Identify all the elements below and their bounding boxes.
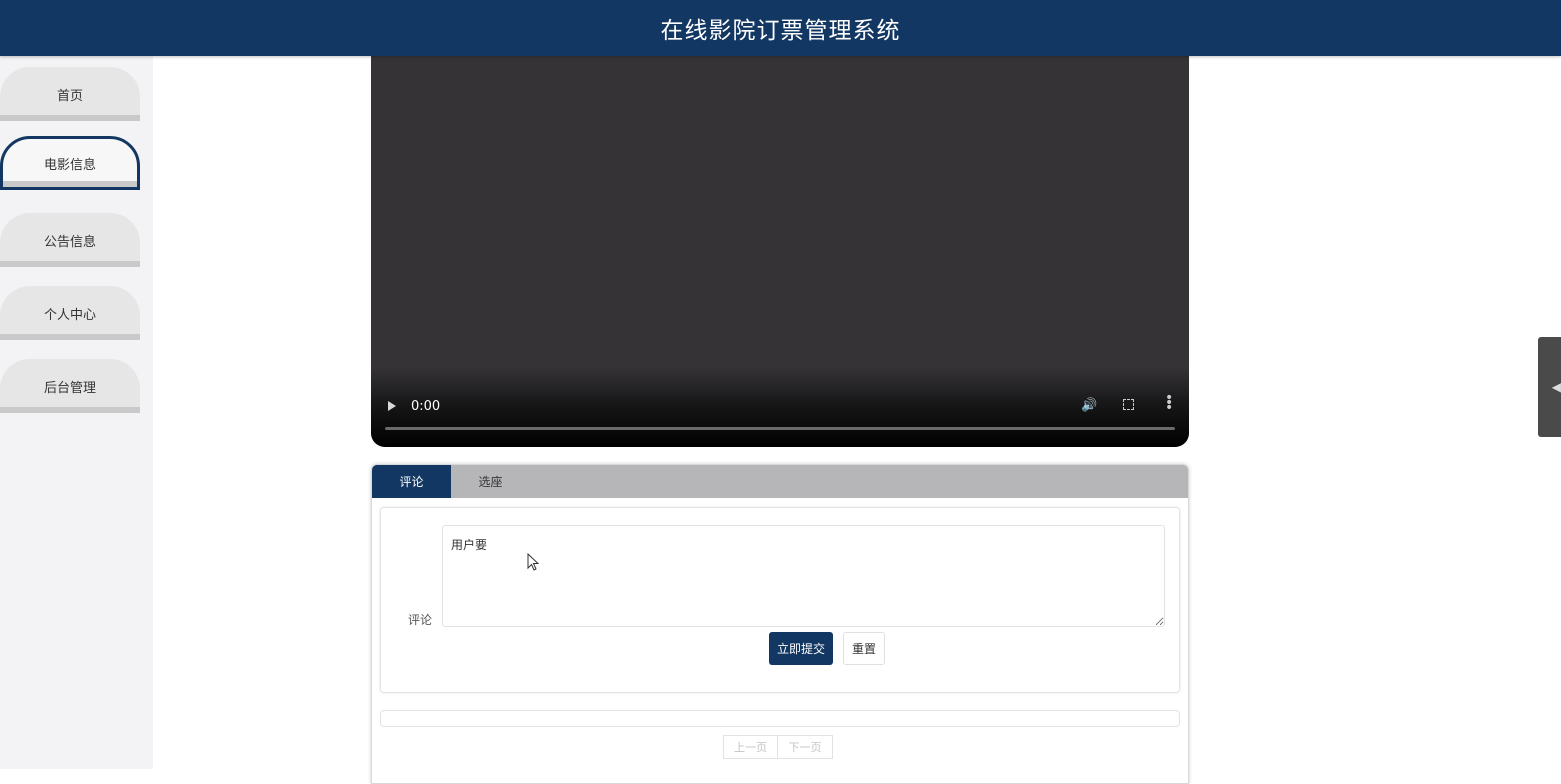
submit-button[interactable]: 立即提交 — [769, 632, 833, 665]
tab-comments[interactable]: 评论 — [372, 465, 451, 498]
comment-label: 评论 — [408, 613, 433, 627]
sidebar-item-personal-center[interactable]: 个人中心 — [0, 281, 140, 340]
sidebar-item-announcements[interactable]: 公告信息 — [0, 208, 140, 267]
sidebar-item-home[interactable]: 首页 — [0, 62, 140, 121]
fullscreen-icon[interactable] — [1123, 399, 1134, 410]
reset-button[interactable]: 重置 — [843, 632, 885, 665]
sidebar: 首页 电影信息 公告信息 个人中心 后台管理 — [0, 56, 153, 769]
comment-textarea[interactable]: 用户要 — [442, 525, 1165, 627]
more-vertical-icon[interactable]: • • • — [1165, 391, 1173, 415]
volume-icon[interactable]: 🔊 — [1081, 398, 1097, 413]
chevron-left-icon: ◀ — [1551, 380, 1561, 394]
mouse-cursor-icon — [527, 553, 539, 571]
video-player[interactable] — [371, 56, 1189, 447]
prev-page-button[interactable]: 上一页 — [723, 735, 778, 759]
detail-panel: 评论 选座 评论 用户要 立即提交 重置 上一页 下一页 — [371, 464, 1189, 784]
video-time: 0:00 — [411, 399, 441, 414]
comment-form: 评论 用户要 立即提交 重置 — [380, 507, 1180, 693]
sidebar-item-movie-info[interactable]: 电影信息 — [0, 136, 140, 190]
pagination: 上一页 下一页 — [723, 735, 833, 759]
tab-seat-selection[interactable]: 选座 — [451, 465, 530, 498]
video-controls — [371, 367, 1189, 447]
play-icon[interactable] — [388, 401, 396, 411]
page-title: 在线影院订票管理系统 — [660, 18, 901, 44]
app-header: 在线影院订票管理系统 — [0, 0, 1561, 56]
comment-list — [380, 710, 1180, 727]
video-progress-bar[interactable] — [385, 427, 1175, 430]
next-page-button[interactable]: 下一页 — [778, 735, 833, 759]
side-drawer-toggle[interactable]: ◀ — [1538, 337, 1561, 437]
sidebar-item-admin[interactable]: 后台管理 — [0, 354, 140, 413]
tab-bar: 评论 选座 — [372, 465, 1188, 498]
